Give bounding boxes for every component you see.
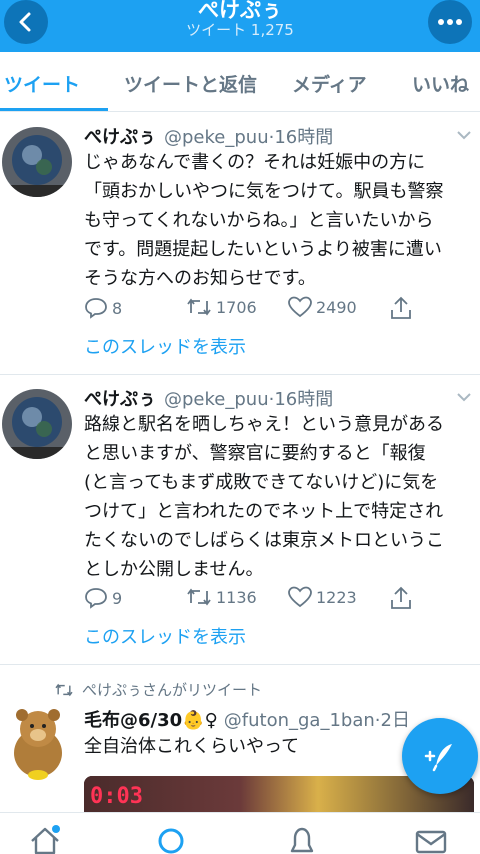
like-button[interactable]: 1223 [288,586,357,608]
reply-count: 8 [112,298,123,318]
tweet-line: としか公開しません。 [84,559,264,580]
compose-feather-icon [424,744,452,772]
tweet-header: 毛布@6/30👶♀ @futon_ga_1ban·2日 [84,706,410,732]
retweet-context-text: ぺけぷぅさんがリツイート [82,681,263,699]
reply-count: 9 [112,588,123,608]
like-count: 2490 [316,297,357,317]
notifications-icon[interactable] [285,825,319,854]
retweet-context: ぺけぷぅさんがリツイート [54,679,262,700]
tweet-line: 路線と駅名を晒しちゃえ！という意見がある [84,414,444,435]
tweet-time: ·16時間 [268,389,334,410]
reply-button[interactable]: 9 [84,586,122,610]
tweet-line: 「頭おかしいやつに気をつけて。駅員も警察 [84,181,444,202]
tweet-line: つけて」と言われたのでネット上で特定され [84,501,444,522]
bottom-navigation [0,812,480,854]
reply-button[interactable]: 8 [84,296,122,320]
tweet-line: も守ってくれないからね。」と言いたいから [84,210,434,231]
tweet-line: そうな方へのお知らせです。 [84,268,316,289]
author-handle[interactable]: @peke_puu [164,389,269,410]
reply-icon [85,588,107,609]
tweet-actions: 9 1136 1223 [84,586,424,612]
tweet-header: ぺけぷぅ @peke_puu·16時間 [84,123,333,149]
author-name[interactable]: ぺけぷぅ [84,389,156,410]
author-handle[interactable]: @futon_ga_1ban [224,710,375,731]
tab-media[interactable]: メディア [292,70,367,97]
chevron-down-icon[interactable] [456,389,472,405]
tab-tweets[interactable]: ツイート [4,70,80,97]
author-emoji: 👶♀ [182,710,218,731]
show-thread-link[interactable]: このスレッドを表示 [84,333,246,359]
heart-icon [288,296,312,318]
share-button[interactable] [390,296,412,320]
tweet[interactable]: ぺけぷぅ @peke_puu·16時間 路線と駅名を晒しちゃえ！という意見がある … [0,375,480,665]
tweet-line: じゃあなんで書くの？それは妊娠中の方に [84,152,426,173]
tweet-line: と思いますが、警察官に要約すると「報復 [84,443,426,464]
retweet-count: 1706 [216,297,257,317]
compose-tweet-button[interactable] [402,718,478,794]
profile-header: ぺけぷぅ ツイート 1,275 [0,0,480,52]
author-name[interactable]: ぺけぷぅ [84,127,156,148]
like-count: 1223 [316,587,357,607]
heart-icon [288,586,312,608]
more-dots-icon [438,19,462,25]
show-thread-link[interactable]: このスレッドを表示 [84,623,246,649]
tweet-time: ·16時間 [268,127,334,148]
retweet-icon [55,683,73,696]
tweet-actions: 8 1706 2490 [84,296,424,322]
share-button[interactable] [390,586,412,610]
tweet-line: (と言ってもまず成敗できてないけど)に気を [84,472,439,493]
author-handle[interactable]: @peke_puu [164,127,269,148]
tweet[interactable]: ぺけぷぅ @peke_puu·16時間 じゃあなんで書くの？それは妊娠中の方に 「… [0,113,480,375]
tweet-text: 全自治体これくらいやって [84,736,300,757]
avatar[interactable] [6,705,70,781]
tweet-line: です。問題提起したいというより被害に遭い [84,239,442,260]
retweet-icon [187,588,211,606]
avatar[interactable] [2,389,72,459]
retweet-button[interactable]: 1136 [186,586,257,608]
avatar[interactable] [2,127,72,197]
share-icon [391,296,411,319]
profile-tabs: ツイート ツイートと返信 メディア いいね [0,52,480,112]
tweet-time: ·2日 [374,710,410,731]
retweet-count: 1136 [216,587,257,607]
tweet-count: ツイート 1,275 [186,21,294,39]
tab-tweets-replies[interactable]: ツイートと返信 [124,70,257,97]
share-icon [391,586,411,609]
tab-likes[interactable]: いいね [412,70,469,97]
home-icon[interactable] [28,825,62,854]
retweet-button[interactable]: 1706 [186,296,257,318]
tweet-text: じゃあなんで書くの？それは妊娠中の方に 「頭おかしいやつに気をつけて。駅員も警察… [84,148,470,293]
messages-icon[interactable] [414,825,448,854]
reply-icon [85,298,107,319]
media-timer-text: 0:03 [90,784,143,809]
retweet-icon [187,298,211,316]
tweet-text: 路線と駅名を晒しちゃえ！という意見がある と思いますが、警察官に要約すると「報復… [84,410,470,584]
search-icon[interactable] [155,825,189,854]
author-name[interactable]: 毛布@6/30 [84,710,182,731]
more-button[interactable] [428,0,472,44]
like-button[interactable]: 2490 [288,296,357,318]
chevron-down-icon[interactable] [456,127,472,143]
tweet-line: たくないのでしばらくは東京メトロというこ [84,530,444,551]
active-tab-indicator [0,108,108,111]
tweet-header: ぺけぷぅ @peke_puu·16時間 [84,385,333,411]
